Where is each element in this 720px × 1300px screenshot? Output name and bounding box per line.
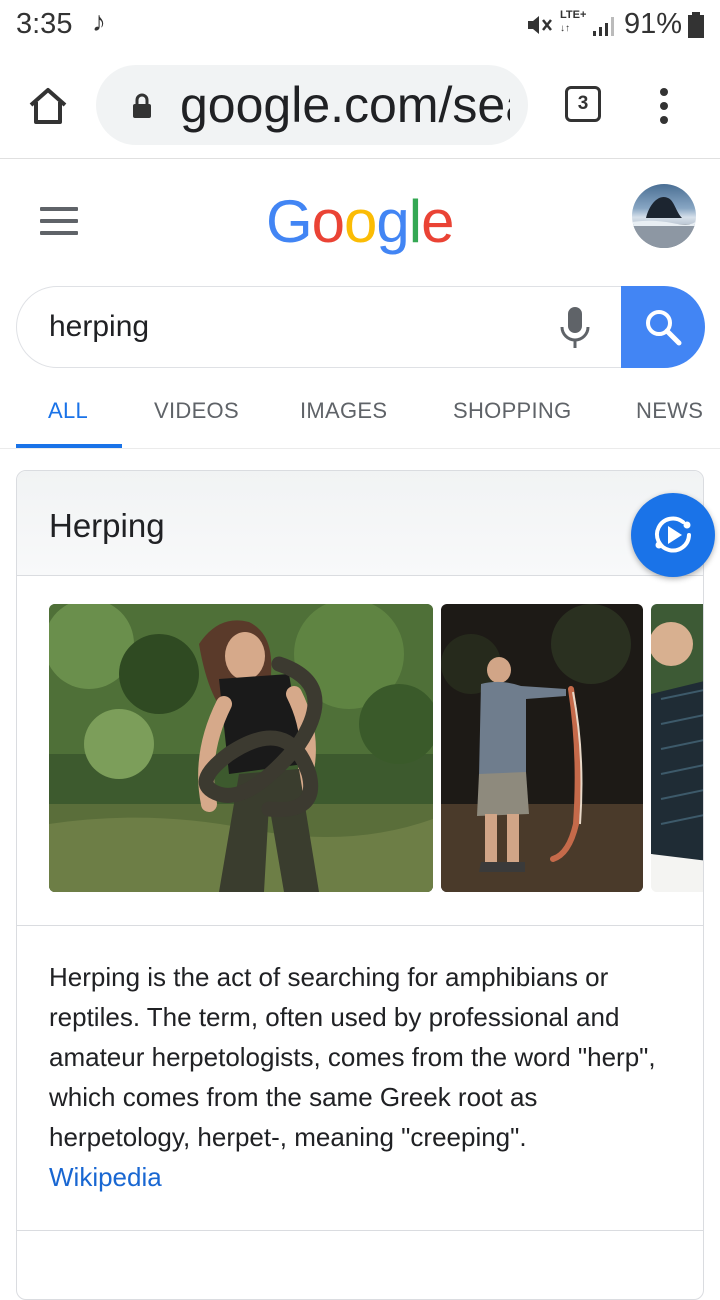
battery-percent: 91%	[624, 8, 683, 40]
google-logo-letter: G	[266, 188, 313, 255]
lte-icon: LTE+ ↓↑	[560, 9, 587, 34]
tab-all[interactable]: ALL	[48, 398, 88, 424]
home-icon[interactable]	[26, 84, 70, 128]
search-box	[16, 286, 705, 368]
image-partial[interactable]	[651, 604, 703, 892]
url-bar[interactable]: google.com/search	[96, 65, 528, 145]
image-carousel[interactable]	[49, 604, 703, 892]
battery-icon	[688, 12, 704, 38]
divider	[17, 925, 703, 926]
hamburger-menu-icon[interactable]	[40, 207, 78, 235]
search-input[interactable]	[49, 305, 529, 349]
tab-shopping[interactable]: SHOPPING	[453, 398, 572, 424]
browser-toolbar: google.com/search 3	[0, 54, 720, 159]
status-bar: 3:35 ♪ LTE+ ↓↑ 91%	[0, 0, 720, 50]
url-text[interactable]: google.com/search	[180, 75, 510, 135]
microphone-icon[interactable]	[557, 305, 593, 349]
google-logo-letter: e	[421, 188, 454, 255]
image-woman-with-snake[interactable]	[49, 604, 433, 892]
divider	[17, 1230, 703, 1231]
knowledge-panel-header: Herping	[17, 471, 703, 576]
google-logo-letter: o	[311, 188, 345, 255]
status-time: 3:35	[16, 8, 73, 40]
google-logo-letter: g	[376, 188, 409, 255]
signal-icon	[593, 17, 614, 36]
knowledge-panel-title: Herping	[49, 507, 165, 544]
more-vert-icon[interactable]	[654, 84, 674, 128]
wikipedia-link[interactable]: Wikipedia	[49, 1157, 679, 1197]
google-logo-letter: o	[344, 188, 377, 255]
description-text: Herping is the act of searching for amph…	[49, 962, 656, 1152]
knowledge-panel-description: Herping is the act of searching for amph…	[49, 957, 679, 1197]
video-fab-button[interactable]	[631, 493, 715, 577]
tab-videos[interactable]: VIDEOS	[154, 398, 239, 424]
image-man-with-snake[interactable]	[441, 604, 643, 892]
google-logo-letter: l	[408, 188, 422, 255]
active-tab-indicator	[16, 444, 122, 448]
tab-count: 3	[577, 93, 589, 114]
tab-switcher-button[interactable]: 3	[565, 86, 601, 122]
avatar-image	[632, 196, 696, 248]
search-icon	[646, 310, 682, 346]
tab-news[interactable]: NEWS	[636, 398, 703, 424]
knowledge-panel: Herping Herping is the act of searching …	[16, 470, 704, 1300]
music-note-icon: ♪	[92, 6, 106, 37]
google-logo: Google	[266, 184, 455, 260]
search-tabs: ALL VIDEOS IMAGES SHOPPING NEWS	[0, 388, 720, 449]
video-play-icon	[655, 516, 691, 553]
mute-icon	[528, 16, 552, 34]
tab-images[interactable]: IMAGES	[300, 398, 387, 424]
avatar[interactable]	[632, 184, 696, 248]
lock-icon	[133, 93, 151, 118]
search-button[interactable]	[621, 286, 705, 368]
